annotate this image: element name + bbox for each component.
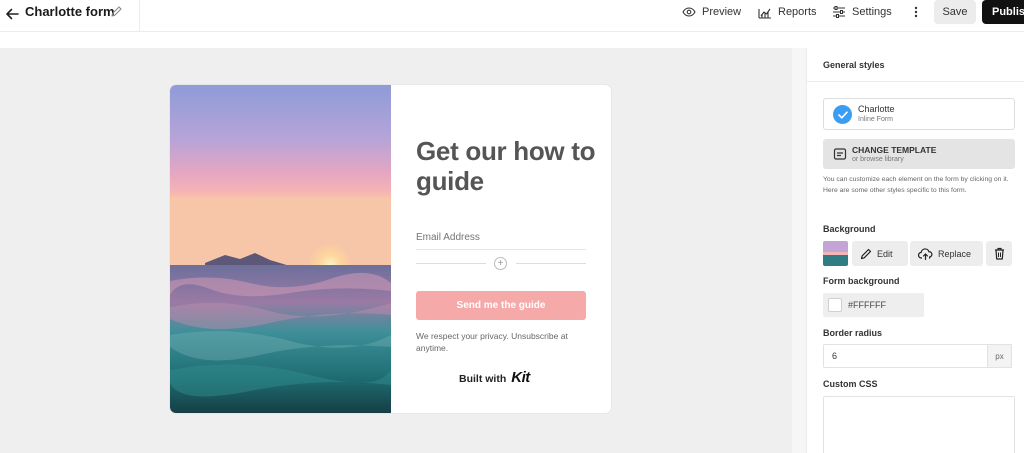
- background-thumbnail[interactable]: [823, 241, 848, 266]
- check-icon: [833, 105, 852, 124]
- settings-label: Settings: [852, 6, 892, 18]
- settings-button[interactable]: Settings: [832, 4, 892, 20]
- form-preview-card[interactable]: Get our how to guide + Send me the guide…: [170, 85, 611, 413]
- change-template-button[interactable]: CHANGE TEMPLATE or browse library: [823, 139, 1015, 169]
- reports-button[interactable]: Reports: [758, 4, 817, 20]
- more-options-button[interactable]: [908, 4, 924, 20]
- preview-label: Preview: [702, 6, 742, 18]
- form-background-color-field[interactable]: #FFFFFF: [823, 293, 924, 317]
- edit-label: Edit: [877, 248, 893, 259]
- submit-button[interactable]: Send me the guide: [416, 291, 586, 320]
- kit-logo: Kit: [511, 369, 530, 386]
- back-arrow-icon: [6, 8, 19, 20]
- form-background-label: Form background: [823, 276, 900, 286]
- more-vertical-icon: [914, 6, 918, 18]
- custom-css-textarea[interactable]: [823, 396, 1015, 453]
- panel-header: General styles: [807, 48, 1024, 82]
- replace-label: Replace: [938, 248, 972, 259]
- chart-icon: [758, 8, 771, 19]
- help-text: You can customize each element on the fo…: [823, 176, 1009, 194]
- built-with-badge[interactable]: Built with Kit: [459, 369, 530, 386]
- edit-background-button[interactable]: Edit: [852, 241, 908, 266]
- sliders-icon: [833, 6, 845, 18]
- title-divider: [139, 0, 140, 32]
- upload-cloud-icon: [918, 247, 933, 260]
- form-headline[interactable]: Get our how to guide: [416, 136, 596, 196]
- eye-icon: [682, 7, 696, 17]
- save-button[interactable]: Save: [934, 0, 976, 24]
- form-background-image[interactable]: [170, 85, 391, 413]
- styles-panel: General styles Charlotte Inline Form CHA…: [806, 48, 1024, 453]
- change-template-subtitle: or browse library: [852, 156, 904, 163]
- border-radius-label: Border radius: [823, 328, 883, 338]
- add-field-control[interactable]: +: [416, 256, 586, 270]
- reports-label: Reports: [778, 6, 817, 18]
- pencil-icon: [111, 6, 122, 17]
- color-value: #FFFFFF: [848, 300, 886, 310]
- form-title: Charlotte form: [25, 4, 115, 19]
- panel-title: General styles: [823, 60, 885, 70]
- panel-gutter: [792, 48, 806, 453]
- form-content: Get our how to guide + Send me the guide…: [391, 85, 611, 413]
- replace-background-button[interactable]: Replace: [910, 241, 983, 266]
- template-name: Charlotte: [858, 104, 895, 114]
- trash-icon: [994, 247, 1004, 260]
- template-type: Inline Form: [858, 116, 894, 123]
- top-bar: Charlotte form Preview Reports Settings …: [0, 0, 1024, 32]
- preview-button[interactable]: Preview: [682, 4, 741, 20]
- background-label: Background: [823, 224, 876, 234]
- color-swatch[interactable]: [828, 298, 842, 312]
- current-template-card[interactable]: Charlotte Inline Form: [823, 98, 1015, 130]
- template-icon: [833, 148, 847, 160]
- border-radius-input[interactable]: [823, 344, 988, 368]
- privacy-text[interactable]: We respect your privacy. Unsubscribe at …: [416, 330, 591, 354]
- change-template-title: CHANGE TEMPLATE: [852, 145, 937, 155]
- delete-background-button[interactable]: [986, 241, 1012, 266]
- border-radius-unit: px: [988, 344, 1012, 368]
- publish-button[interactable]: Publish: [982, 0, 1024, 24]
- plus-icon[interactable]: +: [494, 257, 507, 270]
- built-with-label: Built with: [459, 373, 507, 385]
- back-button[interactable]: [2, 4, 22, 24]
- add-field-line-right: [516, 263, 586, 264]
- edit-title-button[interactable]: [109, 4, 124, 19]
- add-field-line-left: [416, 263, 486, 264]
- form-canvas: Get our how to guide + Send me the guide…: [0, 48, 792, 453]
- pencil-icon: [860, 248, 872, 259]
- custom-css-label: Custom CSS: [823, 379, 878, 389]
- email-field[interactable]: [416, 226, 586, 250]
